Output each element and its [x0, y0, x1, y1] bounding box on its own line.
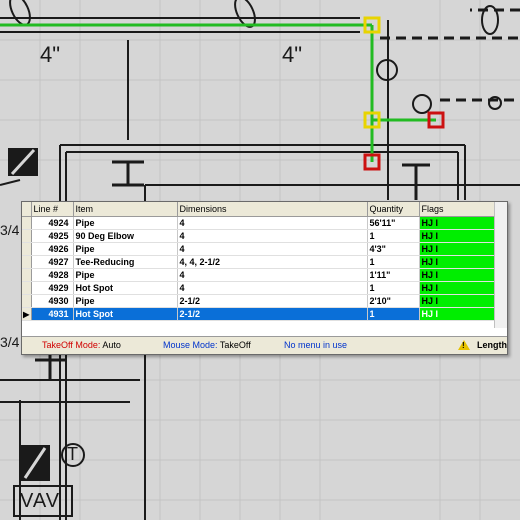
cell-quantity: 56'11" — [367, 216, 420, 230]
table-row[interactable]: 4929 Hot Spot 4 1 HJ I — [22, 281, 495, 295]
takeoff-mode-status: TakeOff Mode: Auto — [42, 340, 121, 350]
cell-line: 4931 — [31, 307, 74, 321]
cell-item: Hot Spot — [73, 281, 178, 295]
cell-line: 4925 — [31, 229, 74, 243]
cell-quantity: 4'3" — [367, 242, 420, 256]
cell-quantity: 2'10" — [367, 294, 420, 308]
cell-flags: HJ I — [419, 216, 495, 230]
table-row-selected[interactable]: ▶ 4931 Hot Spot 2-1/2 1 HJ I — [22, 307, 495, 321]
takeoff-table: Line # Item Dimensions Quantity Flags 49… — [22, 202, 496, 321]
mouse-mode-status: Mouse Mode: TakeOff — [163, 340, 251, 350]
column-header-flags[interactable]: Flags — [419, 202, 496, 217]
dimension-label-right: 4" — [282, 42, 303, 67]
row-indicator — [22, 268, 32, 282]
table-row[interactable]: 4924 Pipe 4 56'11" HJ I — [22, 216, 495, 230]
cell-flags: HJ I — [419, 281, 495, 295]
cell-dimensions: 4 — [177, 216, 368, 230]
column-header-dimensions[interactable]: Dimensions — [177, 202, 368, 217]
pipe-nodes — [363, 16, 445, 171]
cell-dimensions: 4 — [177, 229, 368, 243]
cell-dimensions: 4 — [177, 281, 368, 295]
table-row[interactable]: 4926 Pipe 4 4'3" HJ I — [22, 242, 495, 256]
cell-item: Pipe — [73, 294, 178, 308]
cell-dimensions: 4 — [177, 242, 368, 256]
cell-flags: HJ I — [419, 294, 495, 308]
cell-quantity: 1 — [367, 255, 420, 269]
row-indicator — [22, 281, 32, 295]
cell-item: Tee-Reducing — [73, 255, 178, 269]
table-header-row: Line # Item Dimensions Quantity Flags — [22, 202, 496, 217]
row-indicator — [22, 229, 32, 243]
cell-quantity: 1'11" — [367, 268, 420, 282]
vav-label: VAV — [20, 490, 61, 512]
cell-dimensions: 2-1/2 — [177, 294, 368, 308]
row-indicator-header — [22, 202, 32, 217]
cell-line: 4924 — [31, 216, 74, 230]
row-indicator — [22, 216, 32, 230]
dashed-lines — [380, 8, 520, 102]
fraction-label-lower: 3/4 — [0, 334, 20, 350]
cell-item: 90 Deg Elbow — [73, 229, 178, 243]
cell-line: 4927 — [31, 255, 74, 269]
takeoff-mode-value: Auto — [102, 340, 121, 350]
cell-line: 4926 — [31, 242, 74, 256]
cell-flags: HJ I — [419, 229, 495, 243]
warning-icon[interactable]: ! — [458, 339, 470, 350]
table-row[interactable]: 4930 Pipe 2-1/2 2'10" HJ I — [22, 294, 495, 308]
column-header-quantity[interactable]: Quantity — [367, 202, 420, 217]
thermostat-label: T — [67, 444, 78, 464]
column-header-line[interactable]: Line # — [31, 202, 74, 217]
status-bar: TakeOff Mode: Auto Mouse Mode: TakeOff N… — [22, 336, 507, 354]
cell-line: 4928 — [31, 268, 74, 282]
cell-dimensions: 2-1/2 — [177, 307, 368, 321]
cell-flags: HJ I — [419, 242, 495, 256]
cell-item: Hot Spot — [73, 307, 178, 321]
cell-flags: HJ I — [419, 268, 495, 282]
column-header-item[interactable]: Item — [73, 202, 178, 217]
takeoff-window[interactable]: Line # Item Dimensions Quantity Flags 49… — [21, 201, 508, 355]
dimension-label-left: 4" — [40, 42, 61, 67]
cell-quantity: 1 — [367, 229, 420, 243]
mouse-mode-value: TakeOff — [219, 340, 251, 350]
pipe-run — [0, 23, 436, 162]
cell-line: 4930 — [31, 294, 74, 308]
table-row[interactable]: 4928 Pipe 4 1'11" HJ I — [22, 268, 495, 282]
current-row-arrow-icon: ▶ — [22, 307, 32, 321]
length-label: Length — [477, 340, 507, 350]
cell-quantity: 1 — [367, 281, 420, 295]
cell-flags: HJ I — [419, 255, 495, 269]
menu-status-message: No menu in use — [284, 340, 348, 350]
cell-flags: HJ I — [419, 307, 495, 321]
cell-line: 4929 — [31, 281, 74, 295]
row-indicator — [22, 242, 32, 256]
cell-item: Pipe — [73, 216, 178, 230]
cell-quantity: 1 — [367, 307, 420, 321]
fraction-label-upper: 3/4 — [0, 222, 20, 238]
row-indicator — [22, 294, 32, 308]
cell-dimensions: 4 — [177, 268, 368, 282]
table-row[interactable]: 4927 Tee-Reducing 4, 4, 2-1/2 1 HJ I — [22, 255, 495, 269]
cell-item: Pipe — [73, 268, 178, 282]
table-row[interactable]: 4925 90 Deg Elbow 4 1 HJ I — [22, 229, 495, 243]
mouse-mode-label: Mouse Mode: — [163, 340, 218, 350]
cell-item: Pipe — [73, 242, 178, 256]
takeoff-mode-label: TakeOff Mode: — [42, 340, 101, 350]
vertical-scrollbar[interactable] — [494, 202, 507, 328]
row-indicator — [22, 255, 32, 269]
cell-dimensions: 4, 4, 2-1/2 — [177, 255, 368, 269]
